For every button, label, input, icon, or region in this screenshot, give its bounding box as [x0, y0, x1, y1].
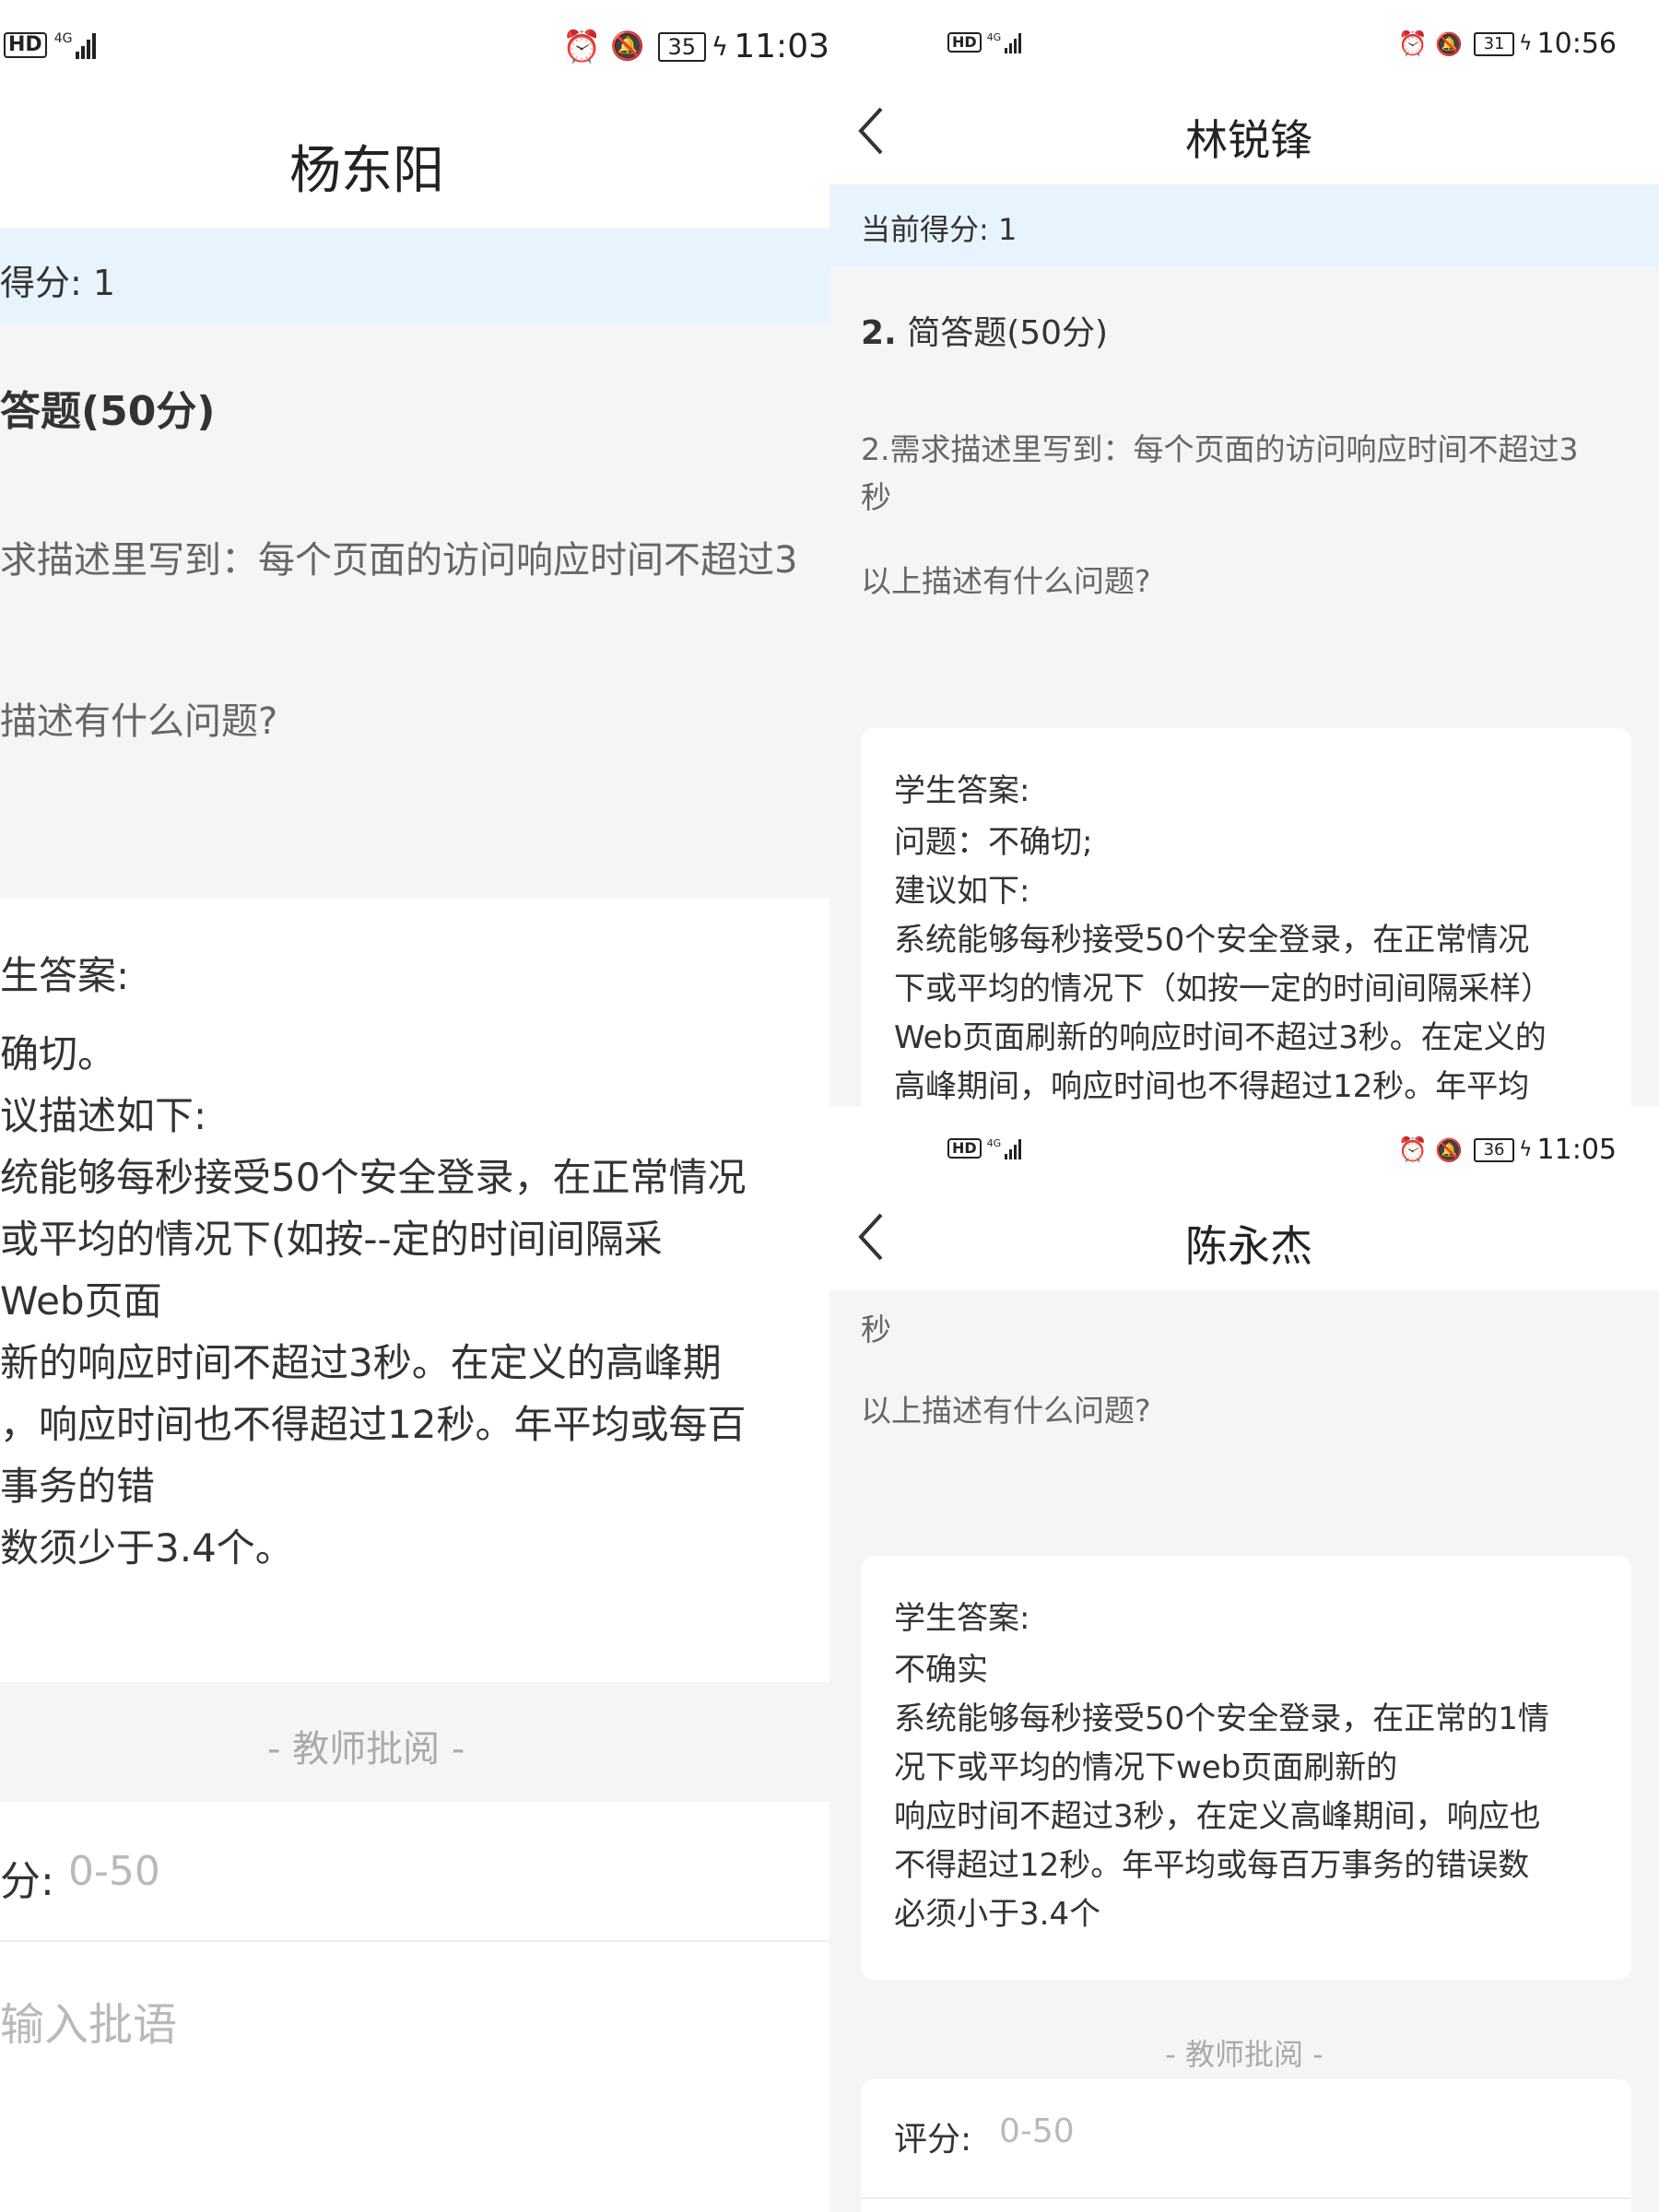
question-number: 2. — [861, 314, 897, 352]
text-line: 统能够每秒接受50个安全登录，在正常情况 — [0, 1155, 747, 1200]
topright-screen: HD 4G ⏰ 🔕 31 ϟ 10:56 林锐锋 当前得分: 1 2. 简答题(… — [830, 0, 1659, 1106]
question-sub: 描述有什么问题? — [0, 700, 278, 743]
text-line: 事务的错 — [0, 1464, 156, 1509]
alarm-icon: ⏰ — [562, 28, 602, 65]
mute-icon: 🔕 — [1435, 30, 1464, 57]
text-line: Web页面 — [0, 1278, 162, 1324]
status-time: 10:56 — [1536, 28, 1617, 60]
score-input-label: 分: — [0, 1858, 54, 1905]
charging-icon: ϟ — [1519, 1138, 1533, 1161]
answer-card: 学生答案: 问题：不确切; 建议如下: 系统能够每秒接受50个安全登录，在正常情况下… — [861, 728, 1631, 1106]
answer-area: 生答案: 确切。议描述如下: 统能够每秒接受50个安全登录，在正常情况 或平均的情况… — [0, 899, 830, 1682]
text-line: 必须小于3.4个 — [894, 1896, 1101, 1933]
question-type: 简答题(50分) — [907, 314, 1109, 352]
network-label: 4G — [986, 1137, 1002, 1149]
page-title: 林锐锋 — [1185, 115, 1312, 165]
score-input[interactable]: 0-50 — [68, 1848, 160, 1895]
review-label: - 教师批阅 - — [1165, 2037, 1324, 2072]
score-input-row[interactable]: 分: 0-50 — [0, 1802, 830, 1942]
current-score-bar: 当前得分: 1 — [830, 184, 1659, 267]
text-line: 秒 — [861, 479, 891, 515]
comment-input-row[interactable]: 输入批语 — [0, 1942, 830, 2212]
answer-label: 学生答案: — [894, 772, 1030, 809]
answer-text: 不确实系统能够每秒接受50个安全登录，在正常的1情 况下或平均的情况下web页面刷… — [894, 1646, 1549, 1939]
text-line: 新的响应时间不超过3秒。在定义的高峰期 — [0, 1340, 722, 1385]
review-label: - 教师批阅 - — [267, 1728, 465, 1771]
question-sub: 以上描述有什么问题? — [861, 1393, 1151, 1429]
alarm-icon: ⏰ — [1397, 29, 1429, 58]
signal-icon — [1003, 31, 1022, 53]
question-text: 2.需求描述里写到：每个页面的访问响应时间不超过3 秒 — [861, 426, 1578, 522]
text-line: ，响应时间也不得超过12秒。年平均或每百 — [0, 1402, 747, 1447]
answer-text: 问题：不确切; 建议如下: 系统能够每秒接受50个安全登录，在正常情况 下或平均的情况… — [894, 818, 1552, 1106]
answer-card: 学生答案: 不确实系统能够每秒接受50个安全登录，在正常的1情 况下或平均的情况下… — [861, 1556, 1631, 1980]
text-line: 2.需求描述里写到：每个页面的访问响应时间不超过3 — [861, 431, 1579, 467]
text-line: 数须少于3.4个。 — [0, 1525, 294, 1571]
score-input[interactable]: 0-50 — [999, 2112, 1075, 2150]
battery-icon: 31 — [1474, 31, 1515, 56]
comment-input[interactable]: 输入批语 — [0, 1988, 177, 2053]
text-line: 系统能够每秒接受50个安全登录，在正常的1情 — [894, 1700, 1549, 1737]
charging-icon: ϟ — [711, 31, 729, 62]
answer-label: 学生答案: — [894, 1600, 1030, 1637]
hd-icon: HD — [947, 32, 982, 53]
text-line: 或平均的情况下(如按--定的时间间隔采 — [0, 1217, 663, 1262]
nav-bar: 陈永杰 — [830, 1194, 1659, 1290]
nav-bar: 杨东阳 — [0, 100, 830, 229]
status-bar: HD 4G ⏰ 🔕 36 ϟ 11:05 — [830, 1106, 1659, 1194]
status-bar: HD 4G ⏰ 🔕 31 ϟ 10:56 — [830, 0, 1659, 88]
left-screen: HD 4G ⏰ 🔕 35 ϟ 11:03 杨东阳 得分: 1 答题(50分) 求… — [0, 0, 830, 2212]
battery-icon: 36 — [1474, 1137, 1515, 1162]
score-input-label: 评分: — [894, 2121, 972, 2159]
hd-icon: HD — [4, 32, 47, 58]
text-line: 建议如下: — [894, 873, 1030, 910]
status-bar: HD 4G ⏰ 🔕 35 ϟ 11:03 — [0, 0, 830, 100]
question-header: 2. 简答题(50分) — [861, 306, 1108, 354]
text-line: 响应时间不超过3秒，在定义高峰期间，响应也 — [894, 1798, 1541, 1835]
text-line: 问题：不确切; — [894, 824, 1093, 861]
page-title: 陈永杰 — [1185, 1221, 1312, 1271]
signal-icon — [74, 31, 97, 59]
text-line: 议描述如下: — [0, 1093, 207, 1138]
divider — [861, 2197, 1631, 2199]
answer-label: 生答案: — [0, 953, 130, 998]
text-line: Web页面刷新的响应时间不超过3秒。在定义的 — [894, 1019, 1547, 1056]
text-line: 高峰期间，响应时间也不得超过12秒。年平均 — [894, 1068, 1530, 1105]
mute-icon: 🔕 — [1435, 1136, 1464, 1163]
score-input-row[interactable]: 评分: 0-50 — [861, 2079, 1631, 2212]
review-section: - 教师批阅 - — [0, 1682, 830, 1802]
text-line: 不得超过12秒。年平均或每百万事务的错误数 — [894, 1847, 1530, 1884]
current-score-bar: 得分: 1 — [0, 229, 830, 324]
bottomright-screen: HD 4G ⏰ 🔕 36 ϟ 11:05 陈永杰 秒 以上描述有什么问题? 学生… — [830, 1106, 1659, 2212]
question-text-tail: 秒 — [861, 1312, 891, 1347]
question-sub: 以上描述有什么问题? — [861, 563, 1151, 599]
alarm-icon: ⏰ — [1397, 1135, 1429, 1164]
charging-icon: ϟ — [1519, 32, 1533, 55]
question-header: 答题(50分) — [0, 388, 216, 435]
question-text: 求描述里写到：每个页面的访问响应时间不超过3 — [0, 539, 798, 582]
current-score: 得分: 1 — [0, 263, 116, 303]
text-line: 况下或平均的情况下web页面刷新的 — [894, 1749, 1398, 1786]
text-line: 系统能够每秒接受50个安全登录，在正常情况 — [894, 922, 1530, 959]
text-line: 下或平均的情况下（如按一定的时间间隔采样） — [894, 971, 1552, 1007]
hd-icon: HD — [947, 1138, 982, 1159]
current-score: 当前得分: 1 — [861, 212, 1018, 247]
status-time: 11:03 — [734, 28, 830, 65]
text-line: 不确实 — [894, 1652, 988, 1688]
mute-icon: 🔕 — [610, 30, 645, 63]
page-title: 杨东阳 — [289, 141, 444, 201]
text-line: 确切。 — [0, 1031, 117, 1077]
answer-text: 确切。议描述如下: 统能够每秒接受50个安全登录，在正常情况 或平均的情况下(如按-… — [0, 1023, 746, 1579]
network-label: 4G — [986, 31, 1002, 43]
battery-icon: 35 — [657, 31, 706, 62]
network-label: 4G — [53, 31, 73, 46]
signal-icon — [1003, 1137, 1022, 1159]
status-time: 11:05 — [1536, 1134, 1617, 1166]
